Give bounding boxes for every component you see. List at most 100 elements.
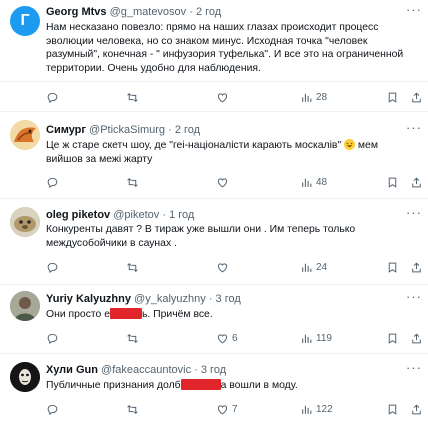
reply-icon bbox=[47, 262, 58, 273]
like-button[interactable]: 6 bbox=[216, 330, 238, 346]
separator-dot: · bbox=[162, 209, 167, 221]
like-button[interactable] bbox=[216, 174, 232, 190]
author-handle[interactable]: @PtickaSimurg bbox=[89, 124, 165, 136]
like-count: 6 bbox=[232, 332, 238, 344]
timestamp[interactable]: 2 год bbox=[175, 124, 200, 136]
tweet-text: Це ж старе скетч шоу, де "геі-націоналіс… bbox=[46, 139, 408, 166]
reply-icon bbox=[47, 92, 58, 103]
more-options-icon[interactable]: ··· bbox=[406, 360, 422, 376]
like-button[interactable] bbox=[216, 259, 232, 275]
author-handle[interactable]: @g_matevosov bbox=[110, 6, 187, 18]
views-chart-icon bbox=[302, 334, 312, 343]
timestamp[interactable]: 3 год bbox=[201, 364, 226, 376]
more-options-icon[interactable]: ··· bbox=[406, 2, 422, 18]
heart-icon bbox=[217, 262, 228, 272]
like-button[interactable] bbox=[216, 89, 232, 105]
tweet-text: Нам несказано повезло: прямо на наших гл… bbox=[46, 22, 404, 74]
retweet-icon bbox=[127, 404, 138, 414]
tweet-text-part: Публичные признания долб bbox=[46, 380, 181, 391]
tweet-text: Они просто е ь. Причём все. bbox=[46, 308, 408, 322]
author-handle[interactable]: @piketov bbox=[113, 209, 159, 221]
action-bar: 6 119 bbox=[46, 330, 422, 346]
views-button[interactable]: 24 bbox=[300, 259, 327, 275]
view-count: 24 bbox=[316, 261, 328, 273]
more-options-icon[interactable]: ··· bbox=[406, 205, 422, 221]
reply-button[interactable] bbox=[46, 401, 59, 417]
more-options-icon[interactable]: ··· bbox=[406, 289, 422, 305]
action-bar: 7 122 bbox=[46, 401, 422, 417]
tweet-header: Хули Gun @fakeaccauntovic · 3 год bbox=[46, 362, 404, 378]
author-handle[interactable]: @y_kalyuzhny bbox=[134, 293, 206, 305]
like-count: 7 bbox=[232, 403, 238, 415]
bookmark-button[interactable] bbox=[386, 174, 399, 190]
tweet-header: Georg Mtvs @g_matevosov · 2 год bbox=[46, 4, 404, 20]
avatar[interactable] bbox=[10, 120, 40, 150]
view-count: 119 bbox=[316, 332, 332, 344]
bookmark-icon bbox=[388, 404, 397, 415]
heart-icon bbox=[217, 92, 228, 102]
retweet-button[interactable] bbox=[126, 89, 139, 105]
views-chart-icon bbox=[302, 178, 312, 187]
censor-bar bbox=[180, 379, 221, 390]
bookmark-button[interactable] bbox=[386, 89, 399, 105]
timestamp[interactable]: 3 год bbox=[216, 293, 241, 305]
share-button[interactable] bbox=[410, 330, 423, 346]
reply-button[interactable] bbox=[46, 330, 59, 346]
retweet-button[interactable] bbox=[126, 330, 139, 346]
views-chart-icon bbox=[302, 263, 312, 272]
bookmark-icon bbox=[388, 177, 397, 188]
separator-dot: · bbox=[189, 6, 193, 18]
heart-icon bbox=[217, 404, 228, 414]
heart-icon bbox=[217, 333, 228, 343]
author-name[interactable]: Yuriy Kalyuzhny bbox=[46, 293, 131, 305]
more-options-icon[interactable]: ··· bbox=[406, 120, 422, 136]
share-button[interactable] bbox=[410, 259, 423, 275]
author-name[interactable]: Симург bbox=[46, 124, 86, 136]
timestamp[interactable]: 1 год bbox=[169, 209, 194, 221]
avatar[interactable] bbox=[10, 362, 40, 392]
share-button[interactable] bbox=[410, 174, 423, 190]
author-name[interactable]: Georg Mtvs bbox=[46, 6, 107, 18]
tweet[interactable]: Г Georg Mtvs @g_matevosov · 2 год ··· На… bbox=[0, 0, 428, 82]
view-count: 28 bbox=[316, 91, 328, 103]
share-button[interactable] bbox=[410, 89, 423, 105]
bird-avatar-image bbox=[10, 120, 40, 150]
action-bar: 24 bbox=[46, 259, 422, 275]
views-button[interactable]: 48 bbox=[300, 174, 327, 190]
timestamp[interactable]: 2 год bbox=[196, 6, 221, 18]
reply-button[interactable] bbox=[46, 89, 59, 105]
views-button[interactable]: 119 bbox=[300, 330, 332, 346]
author-handle[interactable]: @fakeaccauntovic bbox=[101, 364, 191, 376]
view-count: 122 bbox=[316, 403, 333, 415]
reply-button[interactable] bbox=[46, 174, 59, 190]
views-button[interactable]: 122 bbox=[300, 401, 333, 417]
bookmark-icon bbox=[388, 333, 397, 344]
bookmark-button[interactable] bbox=[386, 259, 399, 275]
like-button[interactable]: 7 bbox=[216, 401, 238, 417]
share-icon bbox=[412, 332, 421, 343]
tweet-header: oleg piketov @piketov · 1 год bbox=[46, 207, 404, 223]
avatar[interactable]: Г bbox=[10, 6, 40, 36]
censor-bar bbox=[109, 308, 142, 319]
share-icon bbox=[412, 261, 421, 272]
separator-dot: · bbox=[168, 124, 172, 136]
heart-icon bbox=[217, 177, 228, 187]
tweet-text-part: а вошли в моду. bbox=[220, 380, 298, 391]
reply-button[interactable] bbox=[46, 259, 59, 275]
view-count: 48 bbox=[316, 176, 328, 188]
retweet-button[interactable] bbox=[126, 401, 139, 417]
person-avatar-image bbox=[10, 291, 40, 321]
share-button[interactable] bbox=[410, 401, 423, 417]
retweet-button[interactable] bbox=[126, 174, 139, 190]
bookmark-button[interactable] bbox=[386, 401, 399, 417]
author-name[interactable]: oleg piketov bbox=[46, 209, 110, 221]
retweet-icon bbox=[127, 333, 138, 343]
retweet-icon bbox=[127, 262, 138, 272]
bookmark-button[interactable] bbox=[386, 330, 399, 346]
views-button[interactable]: 28 bbox=[300, 89, 327, 105]
retweet-button[interactable] bbox=[126, 259, 139, 275]
author-name[interactable]: Хули Gun bbox=[46, 364, 98, 376]
avatar[interactable] bbox=[10, 207, 40, 237]
avatar[interactable] bbox=[10, 291, 40, 321]
tweet-text: Конкуренты давят ? В тираж уже вышли они… bbox=[46, 224, 356, 249]
